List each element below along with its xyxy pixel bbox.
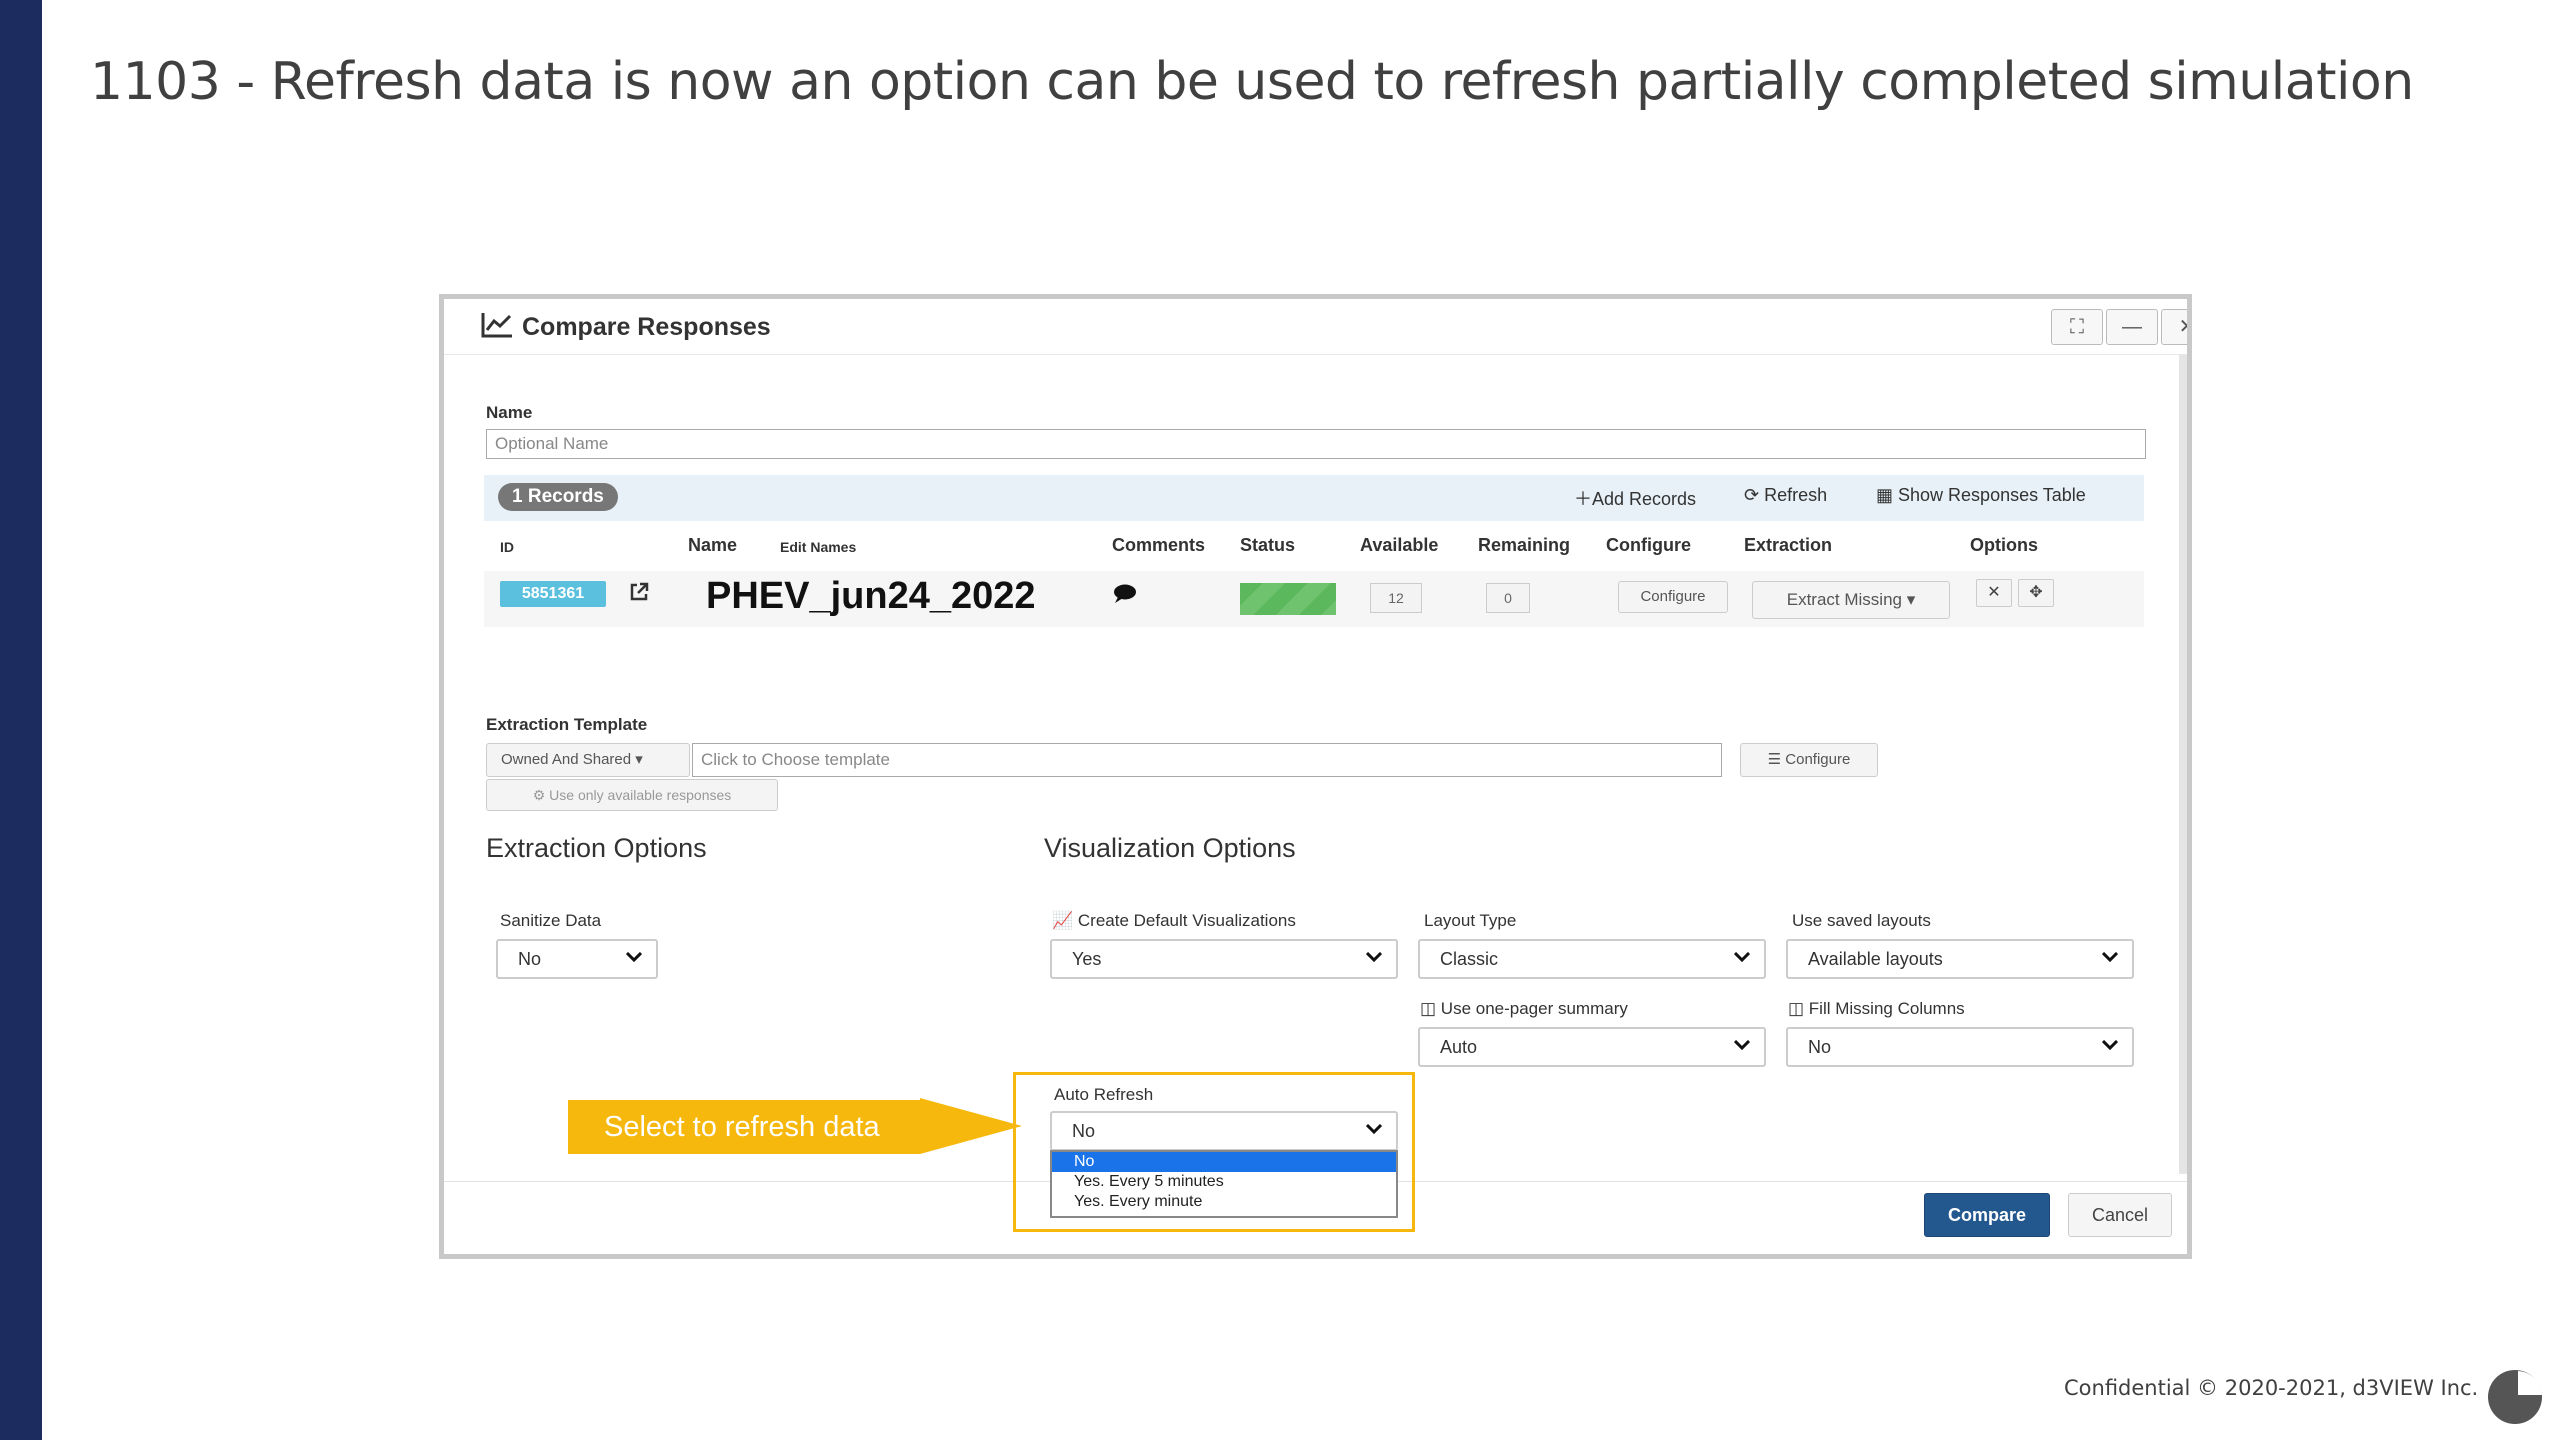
col-available: Available bbox=[1360, 535, 1439, 555]
create-default-visualizations-value: Yes bbox=[1072, 949, 1102, 969]
record-id-badge[interactable]: 5851361 bbox=[500, 581, 606, 607]
layout-type-value: Classic bbox=[1440, 949, 1499, 969]
name-input[interactable]: Optional Name bbox=[486, 429, 2146, 459]
move-record-button[interactable]: ✥ bbox=[2018, 579, 2054, 607]
copyright-footer: Confidential © 2020-2021, d3VIEW Inc. bbox=[2064, 1376, 2479, 1400]
template-configure-button[interactable]: ☰ Configure bbox=[1740, 743, 1878, 777]
sanitize-data-value: No bbox=[518, 949, 542, 969]
callout-label: Select to refresh data bbox=[568, 1100, 920, 1154]
sanitize-data-select[interactable]: No bbox=[496, 939, 658, 979]
fill-missing-columns-select[interactable]: No bbox=[1786, 1027, 2134, 1067]
minimize-button[interactable]: — bbox=[2106, 309, 2158, 345]
expand-button[interactable]: ⛶ bbox=[2051, 309, 2103, 345]
table-icon: ▦ bbox=[1876, 485, 1899, 505]
sliders-icon: ☰ bbox=[1767, 751, 1786, 768]
close-icon: ✕ bbox=[1987, 584, 2001, 601]
caret-down-icon: ▾ bbox=[1901, 590, 1916, 609]
saved-layouts-select[interactable]: Available layouts bbox=[1786, 939, 2134, 979]
record-configure-button[interactable]: Configure bbox=[1618, 581, 1728, 613]
create-default-visualizations-label: 📈 Create Default Visualizations bbox=[1052, 911, 1296, 931]
sanitize-data-label: Sanitize Data bbox=[500, 911, 602, 930]
layout-type-label: Layout Type bbox=[1424, 911, 1517, 930]
modal-scrollbar[interactable] bbox=[2179, 354, 2187, 1174]
col-options: Options bbox=[1970, 535, 2038, 555]
fill-missing-columns-text: Fill Missing Columns bbox=[1808, 999, 1965, 1018]
col-extraction: Extraction bbox=[1744, 535, 1833, 555]
one-pager-summary-select[interactable]: Auto bbox=[1418, 1027, 1766, 1067]
one-pager-summary-label: ◫ Use one-pager summary bbox=[1420, 999, 1628, 1019]
pie-logo-icon bbox=[2488, 1370, 2542, 1424]
line-chart-icon bbox=[481, 313, 512, 338]
gear-icon: ⚙ bbox=[532, 787, 550, 803]
close-button[interactable]: ✕ bbox=[2161, 309, 2187, 345]
move-icon: ✥ bbox=[2029, 584, 2043, 601]
status-progress-bar bbox=[1240, 583, 1336, 615]
show-responses-table-button[interactable]: ▦ Show Responses Table bbox=[1876, 485, 2086, 506]
create-default-visualizations-select[interactable]: Yes bbox=[1050, 939, 1398, 979]
col-remaining: Remaining bbox=[1478, 535, 1571, 555]
slide-sidebar-bar bbox=[0, 0, 42, 1440]
saved-layouts-value: Available layouts bbox=[1808, 949, 1943, 969]
add-records-label: Add Records bbox=[1592, 489, 1697, 509]
columns-icon: ◫ bbox=[1420, 999, 1441, 1018]
name-label: Name bbox=[486, 403, 533, 422]
template-chooser-input[interactable]: Click to Choose template bbox=[692, 743, 1722, 777]
records-toolbar: 1 Records ＋Add Records ⟳ Refresh ▦ Show … bbox=[484, 475, 2144, 521]
one-pager-summary-value: Auto bbox=[1440, 1037, 1478, 1057]
chevron-down-icon bbox=[1734, 1040, 1750, 1050]
fill-missing-columns-label: ◫ Fill Missing Columns bbox=[1788, 999, 1965, 1019]
col-configure: Configure bbox=[1606, 535, 1691, 555]
saved-layouts-label: Use saved layouts bbox=[1792, 911, 1931, 930]
add-records-button[interactable]: ＋Add Records bbox=[1574, 485, 1696, 511]
callout-arrow bbox=[920, 1098, 1022, 1154]
extraction-options-title: Extraction Options bbox=[486, 833, 707, 863]
use-available-responses-button[interactable]: ⚙ Use only available responses bbox=[486, 779, 778, 811]
col-comments: Comments bbox=[1112, 535, 1206, 555]
refresh-button[interactable]: ⟳ Refresh bbox=[1744, 485, 1827, 506]
records-count-badge: 1 Records bbox=[498, 483, 618, 511]
available-count: 12 bbox=[1370, 583, 1422, 613]
external-link-icon[interactable] bbox=[628, 581, 650, 603]
columns-icon: ◫ bbox=[1788, 999, 1809, 1018]
visualization-options-title: Visualization Options bbox=[1044, 833, 1296, 863]
remaining-count: 0 bbox=[1486, 583, 1530, 613]
chevron-down-icon bbox=[1734, 952, 1750, 962]
remove-record-button[interactable]: ✕ bbox=[1976, 579, 2012, 607]
modal-title: Compare Responses bbox=[522, 313, 771, 341]
extract-missing-label: Extract Missing bbox=[1786, 590, 1902, 609]
chevron-down-icon bbox=[2102, 952, 2118, 962]
fill-missing-columns-value: No bbox=[1808, 1037, 1832, 1057]
layout-type-select[interactable]: Classic bbox=[1418, 939, 1766, 979]
chevron-down-icon bbox=[1366, 952, 1382, 962]
comment-icon[interactable] bbox=[1112, 583, 1138, 605]
slide-title: 1103 - Refresh data is now an option can… bbox=[90, 52, 2414, 112]
plus-icon: ＋ bbox=[1574, 489, 1592, 509]
line-chart-icon: 📈 bbox=[1052, 911, 1078, 930]
chevron-down-icon bbox=[626, 952, 642, 962]
col-name: Name bbox=[688, 535, 738, 555]
one-pager-summary-text: Use one-pager summary bbox=[1440, 999, 1628, 1018]
create-default-visualizations-text: Create Default Visualizations bbox=[1077, 911, 1296, 930]
caret-down-icon: ▾ bbox=[631, 751, 643, 768]
record-name: PHEV_jun24_2022 bbox=[706, 575, 1036, 617]
col-id: ID bbox=[500, 539, 514, 555]
auto-refresh-highlight bbox=[1013, 1072, 1415, 1232]
chevron-down-icon bbox=[2102, 1040, 2118, 1050]
extract-missing-button[interactable]: Extract Missing ▾ bbox=[1752, 581, 1950, 619]
refresh-label: Refresh bbox=[1764, 485, 1828, 505]
cancel-button[interactable]: Cancel bbox=[2068, 1193, 2172, 1237]
show-responses-table-label: Show Responses Table bbox=[1898, 485, 2086, 505]
extraction-template-label: Extraction Template bbox=[486, 715, 648, 734]
col-edit-names[interactable]: Edit Names bbox=[780, 539, 856, 555]
use-available-responses-label: Use only available responses bbox=[549, 787, 732, 803]
template-configure-label: Configure bbox=[1785, 751, 1851, 768]
owner-filter-dropdown[interactable]: Owned And Shared ▾ bbox=[486, 743, 690, 777]
col-status: Status bbox=[1240, 535, 1296, 555]
modal-header: Compare Responses ⛶ — ✕ bbox=[444, 299, 2187, 355]
refresh-icon: ⟳ bbox=[1744, 485, 1765, 505]
owner-filter-label: Owned And Shared bbox=[501, 751, 632, 768]
compare-button[interactable]: Compare bbox=[1924, 1193, 2050, 1237]
